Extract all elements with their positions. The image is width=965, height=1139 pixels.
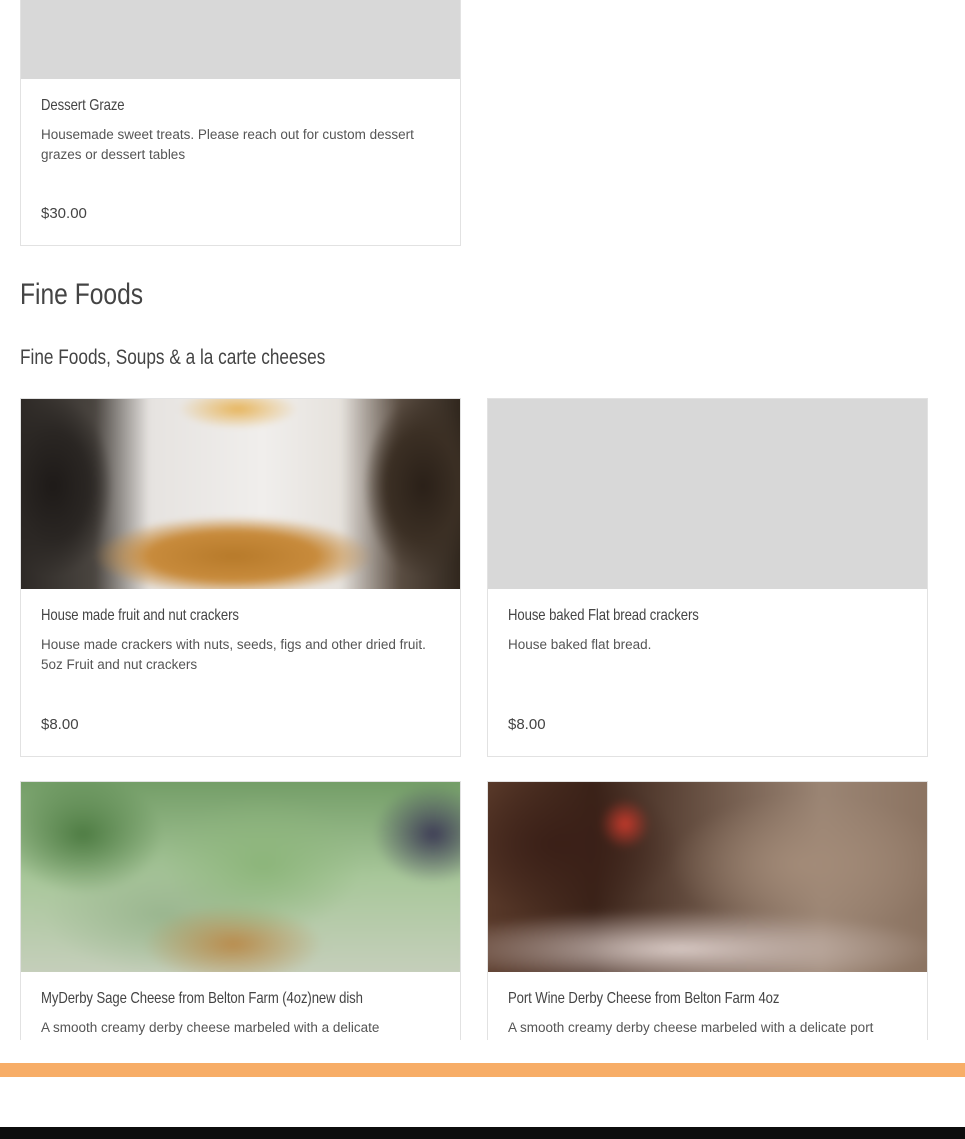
product-price: $8.00 [508,716,546,733]
product-image-placeholder[interactable] [21,0,460,79]
product-image[interactable] [488,782,927,972]
product-description: House baked flat bread. [508,637,652,652]
product-image-placeholder[interactable] [488,399,927,589]
product-image[interactable] [21,399,460,589]
product-title[interactable]: MyDerby Sage Cheese from Belton Farm (4o… [41,990,368,1008]
accent-bar [0,1063,965,1077]
product-price: $8.00 [41,716,79,733]
product-title[interactable]: Port Wine Derby Cheese from Belton Farm … [508,990,835,1008]
product-title[interactable]: Dessert Graze [41,97,368,115]
product-image[interactable] [21,782,460,972]
product-description: House made crackers with nuts, seeds, fi… [41,637,426,672]
product-card-dessert-graze[interactable]: Dessert Graze Housemade sweet treats. Pl… [20,0,461,246]
product-price: $30.00 [41,205,87,222]
product-card[interactable]: MyDerby Sage Cheese from Belton Farm (4o… [20,781,461,1040]
product-title[interactable]: House made fruit and nut crackers [41,607,368,625]
crackers-photo [21,399,460,589]
product-title[interactable]: House baked Flat bread crackers [508,607,835,625]
section-subtitle: Fine Foods, Soups & a la carte cheeses [20,346,326,369]
product-card[interactable]: Port Wine Derby Cheese from Belton Farm … [487,781,928,1040]
product-card[interactable]: House baked Flat bread crackers House ba… [487,398,928,757]
product-list-viewport: Dessert Graze Housemade sweet treats. Pl… [0,0,965,1040]
footer-bar [0,1127,965,1139]
section-title: Fine Foods [20,278,144,311]
product-description: Housemade sweet treats. Please reach out… [41,127,414,162]
product-description: A smooth creamy derby cheese marbeled wi… [508,1020,874,1035]
product-description: A smooth creamy derby cheese marbeled wi… [41,1020,380,1035]
port-wine-cheese-photo [488,782,927,972]
sage-cheese-photo [21,782,460,972]
product-card[interactable]: House made fruit and nut crackers House … [20,398,461,757]
